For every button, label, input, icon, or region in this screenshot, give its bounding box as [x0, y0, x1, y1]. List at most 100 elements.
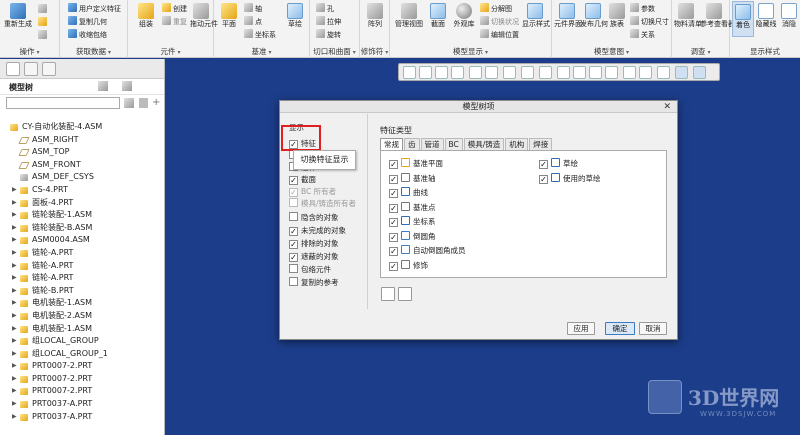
switch-dimensions-button[interactable]: 切换尺寸	[630, 16, 669, 26]
display-option[interactable]: 隐含的对象	[289, 212, 339, 223]
expand-arrow-icon[interactable]: ▶	[12, 373, 17, 386]
checkbox[interactable]: ✓	[289, 240, 298, 249]
annotations-icon[interactable]	[675, 66, 688, 79]
expand-arrow-icon[interactable]: ▶	[12, 348, 17, 361]
checkbox[interactable]: ✓	[389, 261, 398, 271]
checkbox[interactable]: ✓	[539, 174, 548, 184]
annotation-display-icon[interactable]	[623, 66, 636, 79]
checkbox[interactable]	[289, 198, 298, 207]
saved-views-icon[interactable]	[485, 66, 498, 79]
expand-arrow-icon[interactable]: ▶	[12, 411, 17, 424]
checkbox[interactable]: ✓	[389, 247, 398, 256]
paste-icon-button[interactable]	[38, 17, 49, 27]
revolve-button[interactable]: 旋转	[316, 29, 341, 39]
datum-point-button[interactable]: 点	[244, 16, 262, 26]
copy-icon-button[interactable]	[38, 4, 49, 14]
tree-item[interactable]: ▶ 链轮装配-B.ASM	[0, 222, 165, 235]
expand-arrow-icon[interactable]: ▶	[12, 310, 17, 323]
datum-csys-button[interactable]: 坐标系	[244, 29, 276, 39]
edit-position-button[interactable]: 编辑位置	[480, 29, 519, 39]
expand-arrow-icon[interactable]: ▶	[12, 209, 17, 222]
checkbox[interactable]: ✓	[289, 253, 298, 262]
display-option[interactable]: 包络元件	[289, 264, 331, 275]
favorites-tab[interactable]	[42, 62, 56, 76]
tree-item[interactable]: ▶ CS-4.PRT	[0, 184, 165, 197]
explode-view-button[interactable]: 分解图	[480, 3, 512, 13]
pattern-button[interactable]: 阵列	[364, 3, 386, 28]
relations-button[interactable]: 关系	[630, 29, 655, 39]
datum-point-display-icon[interactable]	[589, 66, 602, 79]
user-defined-feature-button[interactable]: 用户定义特征	[68, 3, 121, 13]
section-button[interactable]: 截面	[428, 3, 448, 28]
checkbox[interactable]	[289, 277, 298, 286]
feature-type-tab[interactable]: 模具/铸造	[463, 138, 505, 150]
apply-button[interactable]: 应用	[567, 322, 595, 335]
spin-center-icon[interactable]	[539, 66, 552, 79]
expand-arrow-icon[interactable]: ▶	[12, 297, 17, 310]
assemble-button[interactable]: 组装	[132, 3, 160, 28]
feature-type-tab[interactable]: BC	[444, 138, 463, 150]
checkbox[interactable]: ✓	[389, 218, 398, 227]
tree-item[interactable]: ASM_RIGHT	[0, 134, 165, 147]
toolbar-more-icon[interactable]	[693, 66, 706, 79]
view-manager-icon[interactable]	[503, 66, 516, 79]
checkbox[interactable]: ✓	[289, 227, 298, 236]
tree-item[interactable]: ▶ 电机装配-1.ASM	[0, 297, 165, 310]
copy-geometry-button[interactable]: 复制几何	[68, 16, 107, 26]
model-tree-tab[interactable]	[6, 62, 20, 76]
tree-item[interactable]: ▶ 电机装配-2.ASM	[0, 310, 165, 323]
tree-item[interactable]: ▶ PRT0037-A.PRT	[0, 398, 165, 411]
csys-display-icon[interactable]	[605, 66, 618, 79]
tree-item[interactable]: ▶ 组LOCAL_GROUP	[0, 335, 165, 348]
bill-of-materials-button[interactable]: 物料清单	[674, 3, 702, 28]
tree-item[interactable]: ▶ PRT0007-2.PRT	[0, 373, 165, 386]
expand-arrow-icon[interactable]: ▶	[12, 335, 17, 348]
tree-item[interactable]: ▶ 电机装配-1.ASM	[0, 323, 165, 336]
feature-type-item[interactable]: ✓ 曲线	[389, 187, 428, 199]
expand-arrow-icon[interactable]: ▶	[12, 385, 17, 398]
filter-icon[interactable]	[139, 98, 148, 108]
feature-type-item[interactable]: ✓ 倒圆角	[389, 230, 436, 243]
checkbox[interactable]: ✓	[389, 232, 398, 242]
create-component-button[interactable]: 创建	[162, 3, 187, 13]
shading-button[interactable]: 着色	[732, 1, 754, 37]
datum-axis-display-icon[interactable]	[573, 66, 586, 79]
ok-button[interactable]: 确定	[605, 322, 635, 335]
manage-views-button[interactable]: 管理视图	[394, 3, 424, 28]
repaint-icon[interactable]	[451, 66, 464, 79]
folder-browser-tab[interactable]	[24, 62, 38, 76]
expand-arrow-icon[interactable]: ▶	[12, 197, 17, 210]
select-all-icon[interactable]	[381, 287, 395, 301]
cancel-button[interactable]: 取消	[639, 322, 667, 335]
tree-item[interactable]: ASM_FRONT	[0, 159, 165, 172]
add-column-icon[interactable]: +	[152, 97, 160, 108]
tree-item[interactable]: ▶ PRT0037-A.PRT	[0, 411, 165, 424]
tree-search-input[interactable]	[6, 97, 120, 109]
display-option[interactable]: 复制的参考	[289, 277, 339, 288]
tree-item[interactable]: ASM_TOP	[0, 146, 165, 159]
tree-item[interactable]: ▶ 组LOCAL_GROUP_1	[0, 348, 165, 361]
checkbox[interactable]: ✓	[389, 160, 398, 169]
display-option[interactable]: ✓ 遮蔽的对象	[289, 251, 339, 262]
tree-item[interactable]: ▶ 链轮-B.PRT	[0, 285, 165, 298]
feature-type-item[interactable]: ✓ 使用的草绘	[539, 172, 601, 185]
checkbox[interactable]: ✓	[389, 189, 398, 198]
tree-item[interactable]: ▶ 链轮-A.PRT	[0, 247, 165, 260]
repeat-button[interactable]: 重复	[162, 16, 187, 26]
checkbox[interactable]	[289, 212, 298, 221]
datum-plane-button[interactable]: 平面	[218, 3, 240, 28]
feature-type-tab[interactable]: 常规	[380, 138, 403, 150]
expand-arrow-icon[interactable]: ▶	[12, 234, 17, 247]
tree-item[interactable]: CY-自动化装配-4.ASM	[0, 121, 165, 134]
delete-icon-button[interactable]	[38, 30, 49, 40]
checkbox[interactable]: ✓	[389, 174, 398, 184]
close-icon[interactable]: ✕	[663, 101, 671, 113]
feature-type-item[interactable]: ✓ 坐标系	[389, 216, 436, 228]
zoom-in-icon[interactable]	[419, 66, 432, 79]
appearance-gallery-button[interactable]: 外观库	[452, 3, 476, 28]
spin-icon[interactable]	[639, 66, 652, 79]
tree-item[interactable]: ▶ 链轮装配-1.ASM	[0, 209, 165, 222]
datum-plane-display-icon[interactable]	[557, 66, 570, 79]
toggle-status-button[interactable]: 切换状况	[480, 16, 519, 26]
display-style-icon[interactable]	[469, 66, 482, 79]
